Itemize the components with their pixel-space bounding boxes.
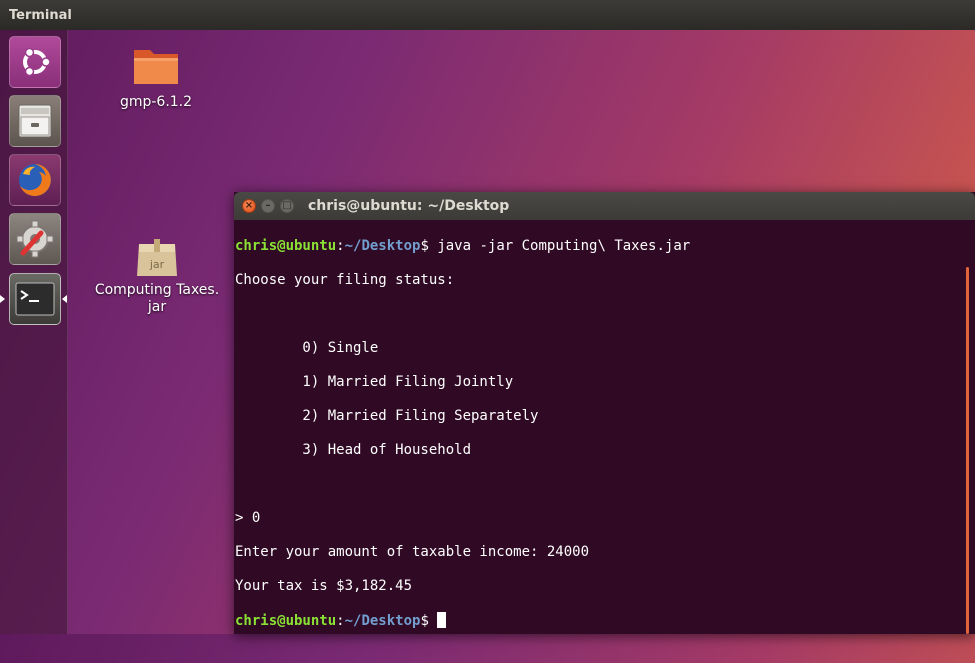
ubuntu-logo-icon [17,44,53,80]
launcher [0,30,68,634]
output-line: Choose your filing status: [235,272,455,288]
active-app-title: Terminal [9,7,72,23]
prompt-symbol: $ [420,613,429,629]
desktop-icon-label: gmp-6.1.2 [119,94,193,110]
command-text: java -jar Computing\ Taxes.jar [428,238,691,254]
desktop-icon-gmp[interactable]: gmp-6.1.2 [108,44,204,111]
desktop-icon-label: Computing Taxes. jar [94,282,220,315]
close-icon: × [244,200,254,211]
launcher-files[interactable] [9,95,61,147]
terminal-window[interactable]: × – □ chris@ubuntu: ~/Desktop chris@ubun… [234,192,975,634]
prompt-separator: : [336,238,345,254]
output-line: Enter your amount of taxable income: 240… [235,544,590,560]
terminal-icon [15,282,55,316]
prompt-line[interactable]: chris@ubuntu:~/Desktop$ [235,612,963,629]
terminal-output[interactable]: chris@ubuntu:~/Desktop$ java -jar Comput… [235,221,963,631]
active-app-indicator [0,295,5,303]
prompt-separator: : [336,613,345,629]
prompt-symbol: $ [420,238,429,254]
prompt-path: ~/Desktop [344,613,421,629]
close-button[interactable]: × [242,199,256,213]
launcher-terminal[interactable] [9,273,61,325]
window-titlebar[interactable]: × – □ chris@ubuntu: ~/Desktop [234,192,975,220]
launcher-dash-home[interactable] [9,36,61,88]
scrollbar[interactable] [966,267,969,634]
output-line: 2) Married Filing Separately [235,408,539,424]
command-line: chris@ubuntu:~/Desktop$ java -jar Comput… [235,238,963,255]
maximize-button[interactable]: □ [280,199,294,213]
output-line: Your tax is $3,182.45 [235,578,413,594]
window-title: chris@ubuntu: ~/Desktop [308,198,510,214]
file-cabinet-icon [15,101,55,141]
output-line: 0) Single [235,340,379,356]
firefox-icon [15,160,55,200]
settings-wrench-icon [15,219,55,259]
maximize-icon: □ [282,200,292,211]
prompt-user: chris@ubuntu [235,613,337,629]
text-cursor [437,612,447,628]
desktop-icon-computing-taxes-jar[interactable]: jar Computing Taxes. jar [90,236,224,316]
jar-badge: jar [149,258,165,271]
folder-icon [108,44,204,90]
minimize-button[interactable]: – [261,199,275,213]
top-panel: Terminal [0,0,975,30]
prompt-user: chris@ubuntu [235,238,337,254]
prompt-path: ~/Desktop [344,238,421,254]
package-icon: jar [135,236,179,278]
launcher-system-settings[interactable] [9,213,61,265]
output-line: 1) Married Filing Jointly [235,374,514,390]
minimize-icon: – [265,200,271,211]
focused-app-indicator [62,295,67,303]
launcher-firefox[interactable] [9,154,61,206]
output-line: > 0 [235,510,261,526]
output-line: 3) Head of Household [235,442,472,458]
